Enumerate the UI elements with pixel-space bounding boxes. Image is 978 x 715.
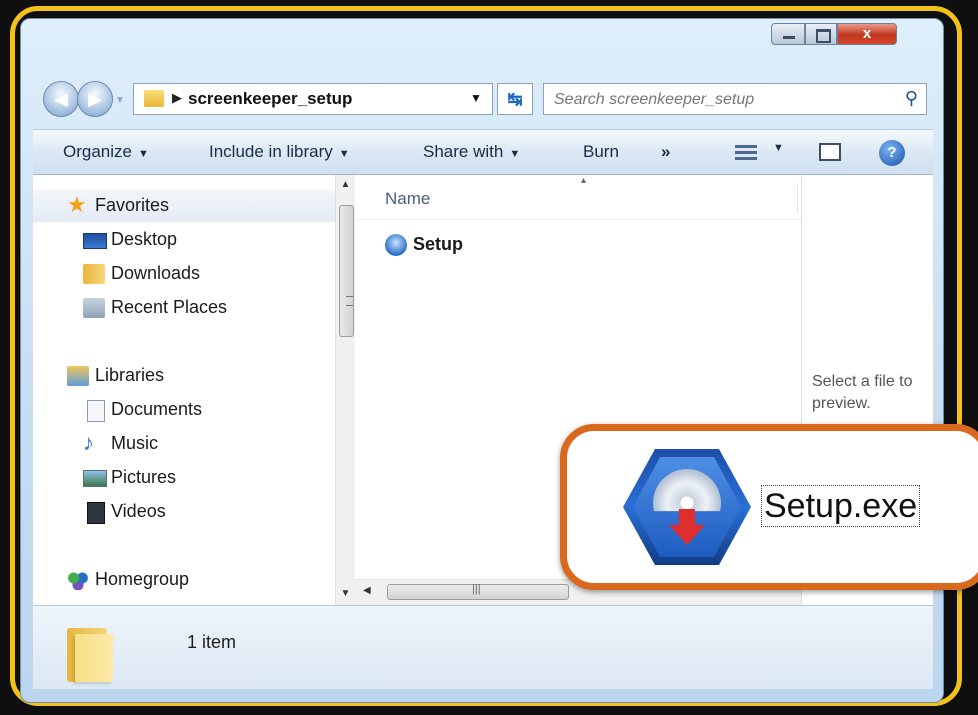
music-note-icon: ♪ [83, 430, 94, 455]
homegroup-icon [67, 570, 89, 590]
explorer-window: x ◀ ▶ ▼ ▶ screenkeeper_setup ▼ ↹ ⚲ Organ… [20, 18, 944, 703]
close-button[interactable]: x [837, 23, 897, 45]
chevron-down-icon: ▼ [773, 142, 784, 154]
help-icon: ? [887, 144, 897, 161]
pictures-icon [83, 470, 107, 487]
refresh-button[interactable]: ↹ [497, 83, 533, 115]
callout-filename[interactable]: Setup.exe [761, 485, 921, 527]
horizontal-scroll-thumb[interactable]: ||| [387, 583, 569, 600]
search-box: ⚲ [543, 83, 927, 115]
scroll-left-icon[interactable]: ◀ [363, 585, 371, 596]
scroll-thumb[interactable] [339, 205, 354, 337]
navigation-row: ◀ ▶ ▼ ▶ screenkeeper_setup ▼ ↹ ⚲ [21, 75, 943, 119]
share-with-button[interactable]: Share with ▼ [423, 142, 520, 162]
minimize-button[interactable] [771, 23, 805, 45]
more-commands-button[interactable]: » [661, 142, 670, 162]
nav-item-desktop[interactable]: Desktop [83, 229, 177, 250]
preview-message: Select a file to preview. [812, 373, 913, 412]
burn-button[interactable]: Burn [583, 142, 619, 162]
command-bar: Organize ▼ Include in library ▼ Share with… [33, 129, 933, 175]
column-header-name[interactable]: Name [385, 189, 430, 209]
item-count: 1 item [187, 632, 237, 652]
address-dropdown-icon[interactable]: ▼ [470, 91, 482, 105]
back-button[interactable]: ◀ [43, 81, 79, 117]
grip-icon [346, 296, 353, 306]
search-input[interactable] [552, 88, 896, 112]
help-button[interactable]: ? [879, 140, 905, 166]
chevron-down-icon: ▼ [137, 148, 149, 160]
libraries-icon [67, 366, 89, 386]
installer-icon[interactable] [623, 449, 751, 565]
chevron-down-icon: ▼ [338, 148, 350, 160]
nav-item-pictures[interactable]: Pictures [83, 467, 176, 488]
nav-item-downloads[interactable]: Downloads [83, 263, 200, 284]
file-row-setup[interactable]: Setup [385, 231, 685, 259]
column-divider[interactable] [797, 183, 798, 213]
address-bar[interactable]: ▶ screenkeeper_setup ▼ [133, 83, 493, 115]
grip-icon: ||| [472, 583, 481, 595]
address-path[interactable]: screenkeeper_setup [188, 89, 352, 109]
videos-icon [87, 502, 105, 524]
setup-file-callout: Setup.exe [560, 424, 978, 590]
setup-icon [385, 234, 407, 256]
preview-pane-button[interactable] [819, 143, 841, 161]
nav-item-homegroup[interactable]: Homegroup [67, 569, 189, 590]
nav-item-libraries[interactable]: Libraries [67, 365, 164, 386]
back-arrow-icon: ◀ [54, 89, 68, 109]
chevron-down-icon: ▼ [509, 148, 521, 160]
folder-icon [67, 624, 115, 682]
navigation-pane: ★ Favorites Desktop Downloads Recent Pla… [33, 175, 355, 605]
nav-item-music[interactable]: ♪ Music [83, 430, 158, 455]
maximize-button[interactable] [805, 23, 837, 45]
download-arrow-icon [667, 509, 707, 547]
recent-pages-dropdown[interactable]: ▼ [115, 95, 125, 106]
close-icon: x [862, 25, 872, 42]
scroll-up-icon[interactable]: ▲ [336, 179, 355, 190]
change-view-button[interactable]: ▼ [733, 142, 784, 162]
search-icon[interactable]: ⚲ [905, 88, 918, 109]
file-name: Setup [413, 234, 464, 254]
refresh-icon: ↹ [507, 89, 523, 109]
nav-pane-scrollbar[interactable]: ▲ ▼ [335, 175, 355, 605]
nav-item-videos[interactable]: Videos [87, 501, 166, 524]
nav-item-recent-places[interactable]: Recent Places [83, 297, 227, 318]
breadcrumb-arrow-icon[interactable]: ▶ [172, 90, 182, 106]
nav-item-documents[interactable]: Documents [87, 399, 202, 422]
desktop-icon [83, 233, 107, 249]
forward-button[interactable]: ▶ [77, 81, 113, 117]
documents-icon [87, 400, 105, 422]
forward-arrow-icon: ▶ [88, 89, 102, 109]
recent-places-icon [83, 298, 105, 318]
organize-button[interactable]: Organize ▼ [63, 142, 149, 162]
sort-arrow-icon: ▴ [581, 175, 587, 186]
view-list-icon [735, 145, 757, 148]
scroll-down-icon[interactable]: ▼ [336, 588, 355, 599]
downloads-icon [83, 264, 105, 284]
nav-item-favorites[interactable]: ★ Favorites [67, 192, 169, 217]
column-header-row: Name ▴ [355, 175, 801, 220]
star-icon: ★ [67, 192, 87, 217]
include-in-library-button[interactable]: Include in library ▼ [209, 142, 350, 162]
folder-icon [144, 90, 164, 107]
details-pane: 1 item [33, 605, 933, 689]
